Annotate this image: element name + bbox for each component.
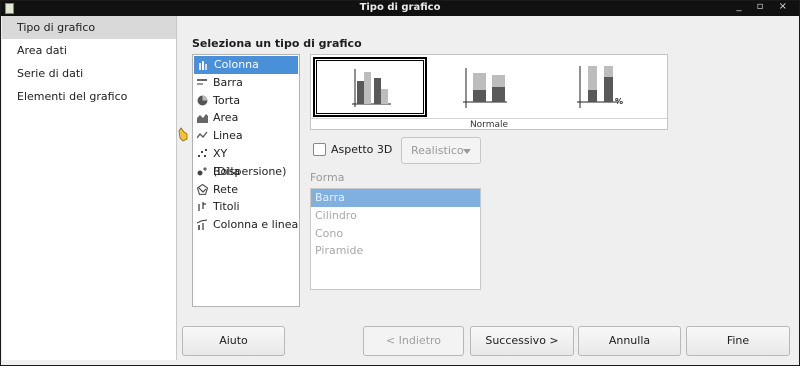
normal-columns-thumbnail: [352, 69, 391, 107]
net-chart-icon: [197, 183, 208, 195]
pie-chart-icon: [197, 95, 208, 106]
chart-type-dialog: Tipo di grafico _ ▫ × Tipo di grafico Ar…: [0, 0, 800, 366]
chart-type-net[interactable]: Rete: [193, 181, 299, 199]
bubble-chart-icon: [197, 167, 207, 176]
hand-cursor-icon: [178, 127, 188, 142]
chart-type-label: Area: [213, 111, 239, 125]
chart-type-area[interactable]: Area: [193, 109, 299, 127]
chart-type-pie[interactable]: Torta: [193, 92, 299, 110]
next-button[interactable]: Successivo >: [470, 326, 574, 356]
scatter-chart-icon: [198, 148, 207, 157]
look-3d-value: Realistico: [411, 144, 464, 157]
chart-type-label: Linea: [213, 129, 243, 143]
percent-symbol: %: [615, 97, 623, 106]
finish-button[interactable]: Fine: [686, 326, 790, 356]
chart-type-column[interactable]: Colonna: [194, 56, 298, 74]
chart-type-label: Colonna: [214, 58, 259, 71]
step-data-series[interactable]: Serie di dati: [2, 62, 176, 85]
chart-type-scatter[interactable]: XY (Dispersione): [193, 145, 299, 178]
step-data-range[interactable]: Area dati: [2, 39, 176, 62]
section-heading: Seleziona un tipo di grafico: [192, 37, 362, 50]
chart-type-label: Torta: [213, 93, 241, 107]
chart-type-label: Colonna e linea: [213, 218, 299, 232]
chart-type-label: Titoli: [213, 200, 240, 214]
wizard-steps-sidebar: Tipo di grafico Area dati Serie di dati …: [2, 16, 177, 360]
cancel-button[interactable]: Annulla: [578, 326, 681, 356]
shape-label: Forma: [310, 171, 345, 184]
shape-item-pyramid[interactable]: Piramide: [311, 242, 480, 260]
stock-chart-icon: [198, 202, 206, 212]
aspect-3d-checkbox[interactable]: [313, 143, 326, 156]
area-chart-icon: [197, 114, 208, 124]
line-chart-icon: [197, 131, 208, 139]
shape-item-bar[interactable]: Barra: [311, 189, 480, 207]
stacked-columns-thumbnail: [463, 68, 507, 108]
chart-type-line[interactable]: Linea: [193, 127, 299, 145]
shape-list[interactable]: Barra Cilindro Cono Piramide: [310, 188, 481, 290]
aspect-3d-label: Aspetto 3D: [331, 143, 393, 156]
window-controls[interactable]: _ ▫ ×: [736, 1, 793, 12]
window-title: Tipo di grafico: [359, 2, 441, 13]
chart-type-column-line[interactable]: Colonna e linea: [193, 216, 299, 234]
shape-item-cone[interactable]: Cono: [311, 225, 480, 243]
step-chart-type[interactable]: Tipo di grafico: [2, 16, 176, 39]
help-button[interactable]: Aiuto: [182, 326, 285, 356]
percent-stacked-columns-thumbnail: %: [577, 66, 623, 108]
variant-normal[interactable]: [313, 57, 427, 117]
variant-percent-stacked[interactable]: %: [548, 58, 660, 116]
chart-type-label: Bolla: [213, 164, 241, 178]
look-3d-dropdown[interactable]: Realistico: [401, 137, 481, 164]
chart-type-bubble[interactable]: Bolla: [193, 163, 299, 181]
back-button[interactable]: < Indietro: [363, 326, 464, 356]
step-chart-elements[interactable]: Elementi del grafico: [2, 85, 176, 108]
chart-type-label: Barra: [213, 75, 243, 89]
shape-item-cylinder[interactable]: Cilindro: [311, 207, 480, 225]
column-line-chart-icon: [197, 219, 208, 231]
title-bar: Tipo di grafico _ ▫ ×: [1, 1, 799, 16]
chevron-down-icon: [463, 149, 471, 154]
chart-type-stock[interactable]: Titoli: [193, 198, 299, 216]
chart-type-label: Rete: [213, 182, 238, 196]
chart-variant-panel: % Normale: [310, 54, 668, 130]
column-chart-icon: [199, 61, 207, 70]
chart-type-bar[interactable]: Barra: [193, 74, 299, 92]
variant-stacked[interactable]: [431, 58, 543, 116]
chart-type-list[interactable]: Colonna Barra Torta Area Linea XY (Dispe…: [192, 54, 300, 307]
variant-caption: Normale: [311, 118, 667, 130]
bar-chart-icon: [197, 78, 207, 85]
